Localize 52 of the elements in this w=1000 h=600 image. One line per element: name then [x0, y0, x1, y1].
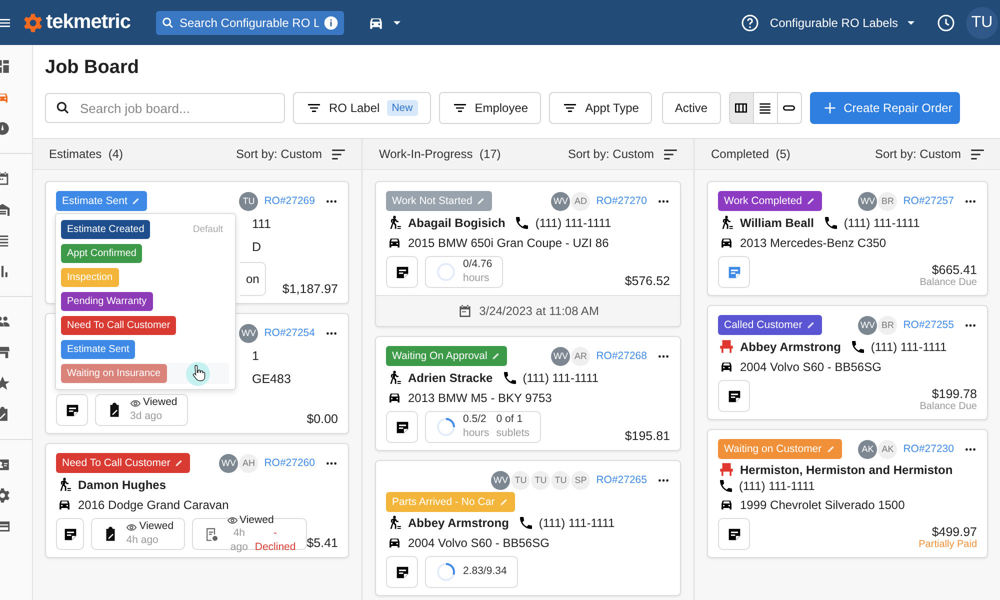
hours-value: 0/4.76 — [463, 258, 492, 272]
total-amount: $499.97 — [932, 525, 977, 539]
employee-avatar: AR — [571, 346, 590, 366]
payment-status: Balance Due — [920, 401, 977, 412]
employee-avatar: WV — [491, 470, 510, 490]
employee-avatar: AD — [571, 192, 590, 210]
employee-avatar: WV — [858, 316, 878, 334]
sublets-value: 0 of 1 — [496, 413, 523, 427]
time-ago: 3d ago — [130, 410, 162, 424]
partly-hidden-text: 111 — [252, 217, 272, 231]
employee-avatar: WV — [239, 324, 258, 342]
total-amount: $195.81 — [624, 429, 670, 443]
appointment-date: 3/24/2023 at 11:08 AM — [479, 304, 599, 318]
page-title: Job Board — [45, 57, 140, 79]
total-amount: $5.41 — [306, 536, 338, 550]
total-amount: $1,187.97 — [282, 282, 338, 296]
employee-avatar: AH — [239, 454, 258, 472]
hours-value: 2.83/9.34 — [463, 565, 507, 579]
total-amount: $665.41 — [932, 263, 977, 277]
total-amount: $576.52 — [624, 274, 670, 288]
partly-hidden-text: 1 — [252, 349, 259, 363]
employee-avatar: WV — [551, 192, 570, 210]
column-title: Work-In-Progress (17) — [379, 147, 501, 161]
employee-avatar: AK — [858, 440, 878, 458]
partly-hidden-text: D — [252, 240, 262, 254]
employee-avatar: TU — [239, 192, 258, 210]
partly-hidden-text: GE483 — [252, 372, 291, 386]
employee-avatar: BR — [878, 192, 898, 210]
default-hint: Default — [192, 224, 223, 235]
employee-avatar: WV — [858, 192, 878, 210]
hours-unit: hours — [463, 272, 490, 286]
employee-avatar: BR — [878, 316, 898, 334]
viewed-text: Viewed — [139, 520, 174, 534]
viewed-text: Viewed — [143, 396, 178, 410]
employee-avatar: SP — [571, 470, 590, 490]
payment-status: Partially Paid — [918, 539, 977, 550]
payment-status: Balance Due — [920, 277, 977, 288]
sublets-unit: sublets — [496, 427, 530, 441]
employee-avatar: TU — [511, 470, 530, 490]
employee-avatar: TU — [551, 470, 570, 490]
hours-value: 0.5/2 — [463, 413, 486, 427]
time-ago: 4h ago — [126, 534, 158, 548]
employee-avatar: WV — [219, 454, 238, 472]
total-amount: $0.00 — [306, 412, 338, 426]
employee-avatar: AK — [878, 440, 898, 458]
column-title: Completed (5) — [711, 147, 790, 161]
hours-unit: hours — [463, 427, 490, 441]
employee-avatar: TU — [531, 470, 550, 490]
employee-avatar: WV — [551, 346, 570, 366]
column-title: Estimates (4) — [49, 147, 124, 161]
total-amount: $199.78 — [932, 387, 977, 401]
new-badge: New — [386, 100, 418, 116]
